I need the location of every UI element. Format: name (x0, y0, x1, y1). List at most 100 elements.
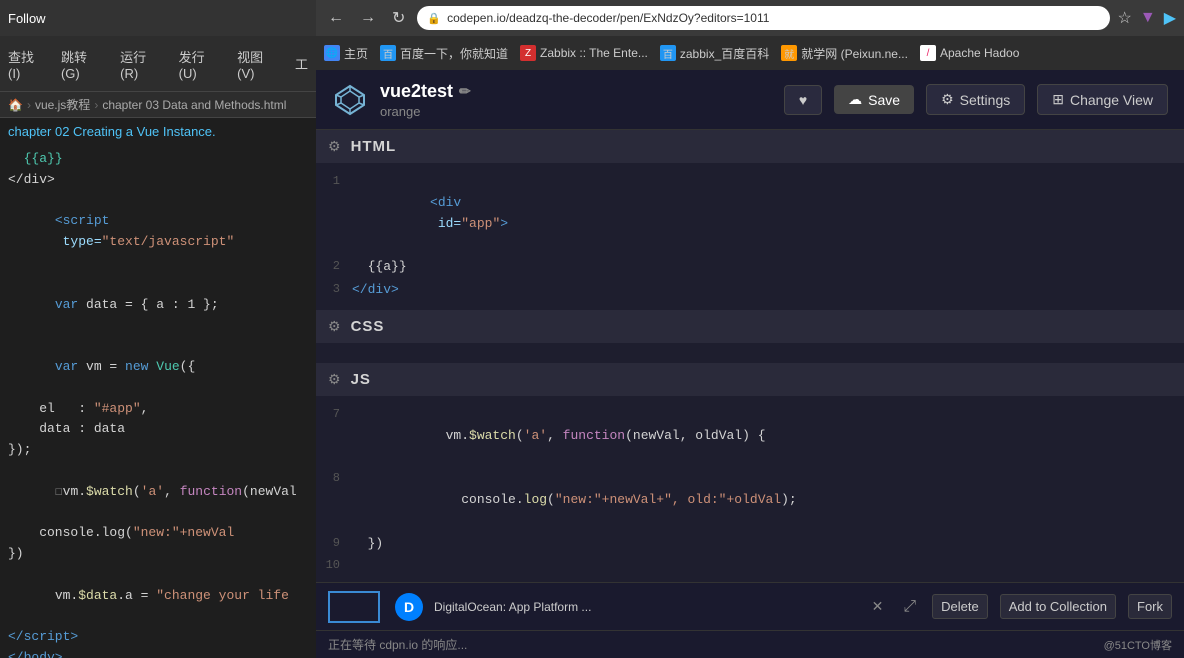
nav-back[interactable]: ← (324, 7, 348, 29)
toolbar-more[interactable]: 工 (295, 54, 308, 73)
bookmark-jiuxue[interactable]: 就 就学网 (Peixun.ne... (781, 45, 908, 62)
code-line: vm.$data.a = "change your life (0, 565, 316, 627)
html-section-header[interactable]: ⚙ HTML (316, 130, 1184, 163)
breadcrumb-path2[interactable]: chapter 03 Data and Methods.html (102, 98, 286, 112)
js-section-header[interactable]: ⚙ JS (316, 363, 1184, 396)
settings-button[interactable]: ⚙ Settings (926, 84, 1025, 115)
bookmark-home-label: 主页 (344, 45, 368, 62)
preview-box (328, 591, 380, 623)
line-code: {{a}} (352, 257, 1184, 278)
bookmark-zabbix-baidu[interactable]: 百 zabbix_百度百科 (660, 45, 769, 62)
line-num: 7 (316, 405, 352, 424)
edit-pen-icon[interactable]: ✏ (459, 83, 471, 100)
js-section-title: JS (351, 371, 371, 388)
ad-close-button[interactable]: ✕ (868, 594, 888, 619)
html-line-2: 2 {{a}} (316, 256, 1184, 279)
css-gear-icon[interactable]: ⚙ (328, 318, 341, 335)
code-line: el : "#app", (0, 399, 316, 420)
follow-bar[interactable]: Follow (0, 0, 316, 36)
gear-icon: ⚙ (941, 91, 954, 108)
code-line: var data = { a : 1 }; (0, 274, 316, 336)
digital-ocean-ad: D DigitalOcean: App Platform ... (392, 591, 856, 623)
css-section-header[interactable]: ⚙ CSS (316, 310, 1184, 343)
bookmark-home[interactable]: 🌐 主页 (324, 45, 368, 62)
code-line: </div> (0, 170, 316, 191)
bookmark-zabbix[interactable]: Z Zabbix :: The Ente... (520, 45, 648, 61)
code-sections: ⚙ HTML 1 <div id="app"> 2 {{a}} 3 </div> (316, 130, 1184, 582)
line-num: 9 (316, 534, 352, 553)
view-icon: ⊞ (1052, 91, 1064, 108)
url-text: codepen.io/deadzq-the-decoder/pen/ExNdzO… (447, 11, 769, 25)
bookmark-star[interactable]: ☆ (1118, 8, 1132, 28)
change-view-button[interactable]: ⊞ Change View (1037, 84, 1168, 115)
browser-chrome: ← → ↻ 🔒 codepen.io/deadzq-the-decoder/pe… (316, 0, 1184, 70)
profile-icon[interactable]: ▶ (1164, 8, 1176, 28)
nav-forward[interactable]: → (356, 7, 380, 29)
bookmark-hadoop-icon: / (920, 45, 936, 61)
left-editor-panel: Follow 查找(I) 跳转(G) 运行(R) 发行(U) 视图(V) 工 🏠… (0, 0, 316, 658)
bookmark-jiuxue-label: 就学网 (Peixun.ne... (801, 45, 908, 62)
status-text: 正在等待 cdpn.io 的响应... (328, 636, 467, 653)
js-line-10: 10 (316, 555, 1184, 576)
pen-owner: orange (380, 104, 471, 119)
fork-button[interactable]: Fork (1128, 594, 1172, 619)
url-bar[interactable]: 🔒 codepen.io/deadzq-the-decoder/pen/ExNd… (417, 6, 1109, 30)
line-code: </div> (352, 280, 1184, 301)
follow-label[interactable]: Follow (8, 11, 46, 26)
status-bar: 正在等待 cdpn.io 的响应... @51CTO博客 (316, 630, 1184, 658)
codepen-logo[interactable] (332, 82, 368, 118)
toolbar-find[interactable]: 查找(I) (8, 47, 45, 81)
chapter-link[interactable]: chapter 02 Creating a Vue Instance. (0, 118, 316, 145)
breadcrumb-home[interactable]: 🏠 (8, 98, 23, 112)
line-num: 8 (316, 469, 352, 488)
bookmark-zabbix-baidu-icon: 百 (660, 45, 676, 61)
line-num: 10 (316, 556, 352, 575)
bookmark-baidu-icon: 百 (380, 45, 396, 61)
toolbar-publish[interactable]: 发行(U) (179, 47, 222, 81)
js-gear-icon[interactable]: ⚙ (328, 371, 341, 388)
html-gear-icon[interactable]: ⚙ (328, 138, 341, 155)
bookmark-hadoop-label: Apache Hadoo (940, 46, 1019, 60)
heart-button[interactable]: ♥ (784, 85, 822, 115)
bookmark-baidu[interactable]: 百 百度一下，你就知道 (380, 45, 508, 62)
line-code: <div id="app"> (352, 172, 1184, 255)
line-code: console.log("new:"+newVal+", old:"+oldVa… (352, 469, 1184, 531)
code-line: {{a}} (0, 149, 316, 170)
delete-button[interactable]: Delete (932, 594, 988, 619)
toolbar-jump[interactable]: 跳转(G) (61, 47, 104, 81)
breadcrumb: 🏠 › vue.js教程 › chapter 03 Data and Metho… (0, 92, 316, 118)
settings-label: Settings (960, 92, 1011, 108)
line-num: 3 (316, 280, 352, 299)
cloud-icon: ☁ (848, 91, 862, 108)
html-section-title: HTML (351, 138, 397, 155)
line-code: vm.$watch('a', function(newVal, oldVal) … (352, 405, 1184, 467)
do-logo-container: D (392, 591, 426, 623)
code-line: </body> (0, 648, 316, 658)
nav-refresh[interactable]: ↻ (388, 6, 409, 30)
extensions-icon[interactable]: ▼ (1140, 9, 1156, 27)
browser-nav: ← → ↻ 🔒 codepen.io/deadzq-the-decoder/pe… (316, 0, 1184, 36)
code-area: {{a}} </div> <script type="text/javascri… (0, 145, 316, 658)
toolbar-run[interactable]: 运行(R) (120, 47, 163, 81)
svg-text:D: D (404, 599, 414, 615)
save-button[interactable]: ☁ Save (834, 85, 914, 114)
code-line: }); (0, 440, 316, 461)
bottom-bar: D DigitalOcean: App Platform ... ✕ ⤢ Del… (316, 582, 1184, 630)
browser-bookmarks: 🌐 主页 百 百度一下，你就知道 Z Zabbix :: The Ente...… (316, 36, 1184, 70)
add-to-collection-button[interactable]: Add to Collection (1000, 594, 1116, 619)
heart-icon: ♥ (799, 92, 807, 108)
bookmark-hadoop[interactable]: / Apache Hadoo (920, 45, 1019, 61)
bookmark-zabbix-label: Zabbix :: The Ente... (540, 46, 648, 60)
line-num: 2 (316, 257, 352, 276)
code-line: ◻vm.$watch('a', function(newVal (0, 461, 316, 523)
external-link-button[interactable]: ⤢ (899, 594, 920, 620)
change-view-label: Change View (1070, 92, 1153, 108)
bookmark-zabbix-baidu-label: zabbix_百度百科 (680, 45, 769, 62)
js-section-content: 7 vm.$watch('a', function(newVal, oldVal… (316, 396, 1184, 582)
breadcrumb-path1[interactable]: vue.js教程 (35, 96, 90, 113)
js-line-7: 7 vm.$watch('a', function(newVal, oldVal… (316, 404, 1184, 468)
code-line: }) (0, 544, 316, 565)
css-section-content (316, 343, 1184, 363)
toolbar-view[interactable]: 视图(V) (237, 47, 279, 81)
line-code: }) (352, 534, 1184, 555)
